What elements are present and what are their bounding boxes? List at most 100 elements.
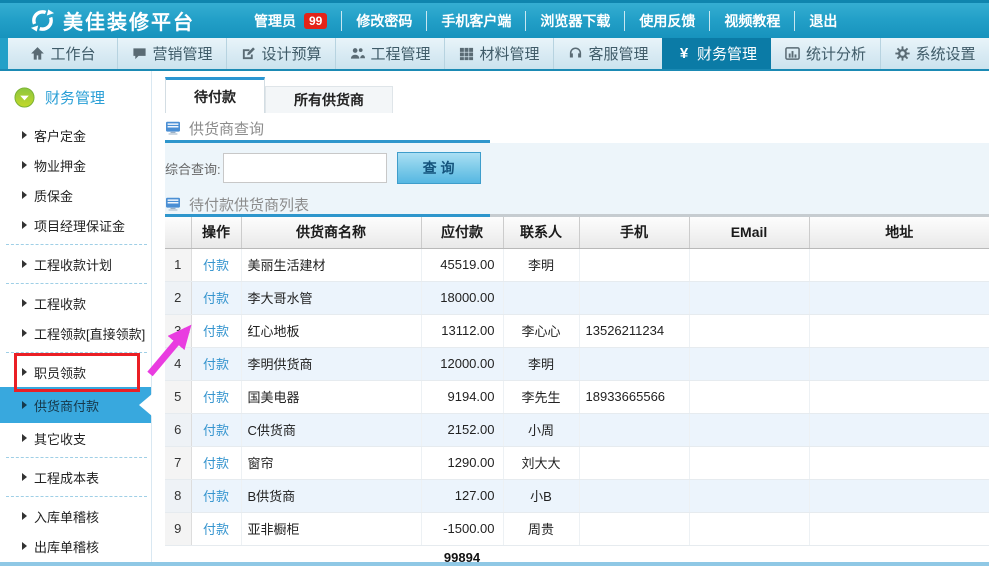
action-cell: 付款 bbox=[191, 248, 241, 281]
phone-number bbox=[579, 281, 689, 314]
supplier-name: 红心地板 bbox=[241, 314, 421, 347]
contact-name: 刘大大 bbox=[503, 446, 579, 479]
phone-number bbox=[579, 479, 689, 512]
topbar-menu-item[interactable]: 退出 bbox=[794, 11, 851, 31]
action-cell: 付款 bbox=[191, 413, 241, 446]
sidebar-item-label: 项目经理保证金 bbox=[34, 216, 125, 235]
phone-number bbox=[579, 347, 689, 380]
action-cell: 付款 bbox=[191, 281, 241, 314]
sidebar-item[interactable]: 质保金 bbox=[0, 180, 151, 210]
topbar-menu-item[interactable]: 使用反馈 bbox=[624, 11, 709, 31]
topbar-menu-item[interactable]: 视频教程 bbox=[709, 11, 794, 31]
sidebar-item-label: 出库单稽核 bbox=[34, 537, 99, 556]
column-header: 应付款 bbox=[421, 217, 503, 248]
pay-link[interactable]: 付款 bbox=[203, 291, 229, 306]
pay-link[interactable]: 付款 bbox=[203, 357, 229, 372]
supplier-name: 美丽生活建材 bbox=[241, 248, 421, 281]
sidebar-item-label: 工程领款[直接领款] bbox=[34, 324, 145, 343]
sidebar-item[interactable]: 工程收款 bbox=[0, 288, 151, 318]
table-header: 操作供货商名称应付款联系人手机EMail地址 bbox=[165, 217, 989, 248]
action-cell: 付款 bbox=[191, 347, 241, 380]
nav-item-6[interactable]: 客服管理 bbox=[553, 38, 662, 69]
sidebar-item-label: 物业押金 bbox=[34, 156, 86, 175]
nav-item-8[interactable]: 统计分析 bbox=[771, 38, 880, 69]
sidebar-item[interactable]: 入库单稽核 bbox=[0, 501, 151, 531]
payable-amount: 45519.00 bbox=[421, 248, 503, 281]
topbar-menu-label: 退出 bbox=[809, 11, 837, 31]
email-value bbox=[689, 248, 809, 281]
selected-notch-icon bbox=[139, 394, 152, 416]
nav-item-1[interactable]: 工作台 bbox=[8, 38, 117, 69]
contact-name: 李明 bbox=[503, 248, 579, 281]
table-row: 2付款李大哥水管18000.00 bbox=[165, 281, 989, 314]
nav-item-7[interactable]: ¥财务管理 bbox=[662, 38, 771, 69]
sidebar-item[interactable]: 工程收款计划 bbox=[0, 249, 151, 279]
pay-link[interactable]: 付款 bbox=[203, 489, 229, 504]
brand-logo-icon bbox=[30, 8, 55, 33]
supplier-name: C供货商 bbox=[241, 413, 421, 446]
sidebar-item[interactable]: 其它收支 bbox=[0, 423, 151, 453]
pay-link[interactable]: 付款 bbox=[203, 522, 229, 537]
action-cell: 付款 bbox=[191, 512, 241, 545]
nav-item-label: 工作台 bbox=[50, 43, 95, 64]
sidebar-item[interactable]: 职员领款 bbox=[0, 357, 151, 387]
yen-icon: ¥ bbox=[676, 46, 692, 62]
sidebar-item[interactable]: 出库单稽核 bbox=[0, 531, 151, 561]
nav-item-label: 材料管理 bbox=[480, 43, 540, 64]
nav-item-4[interactable]: 工程管理 bbox=[335, 38, 444, 69]
query-input[interactable] bbox=[223, 153, 387, 183]
tab-1[interactable]: 待付款 bbox=[165, 77, 265, 113]
sidebar-item-label: 工程收款计划 bbox=[34, 255, 112, 274]
sidebar-item[interactable]: 物业押金 bbox=[0, 150, 151, 180]
topbar-menu-label: 修改密码 bbox=[356, 11, 412, 31]
table-row: 8付款B供货商127.00小B bbox=[165, 479, 989, 512]
payable-amount: 2152.00 bbox=[421, 413, 503, 446]
query-section-header: 供货商查询 bbox=[165, 118, 989, 138]
query-button[interactable]: 查 询 bbox=[397, 152, 481, 184]
phone-number: 13526211234 bbox=[579, 314, 689, 347]
payable-amount: 9194.00 bbox=[421, 380, 503, 413]
address-value bbox=[809, 413, 989, 446]
address-value bbox=[809, 314, 989, 347]
query-label: 综合查询: bbox=[165, 159, 221, 178]
topbar-menu-item[interactable]: 手机客户端 bbox=[426, 11, 525, 31]
sidebar-header[interactable]: 财务管理 bbox=[0, 71, 151, 120]
topbar-menu-label: 视频教程 bbox=[724, 11, 780, 31]
sidebar-item[interactable]: 工程领款[直接领款] bbox=[0, 318, 151, 348]
list-section-title: 待付款供货商列表 bbox=[189, 194, 309, 215]
row-number: 3 bbox=[165, 314, 191, 347]
pay-link[interactable]: 付款 bbox=[203, 456, 229, 471]
tab-2[interactable]: 所有供货商 bbox=[265, 86, 393, 113]
sidebar-title: 财务管理 bbox=[45, 87, 105, 108]
sidebar-item[interactable]: 供货商付款 bbox=[0, 387, 151, 423]
sidebar-item[interactable]: 客户定金 bbox=[0, 120, 151, 150]
nav-item-3[interactable]: 设计预算 bbox=[226, 38, 335, 69]
topbar-menu-item[interactable]: 管理员99 bbox=[240, 11, 341, 31]
sidebar-item-label: 客户定金 bbox=[34, 126, 86, 145]
sidebar-item[interactable]: 工程成本表 bbox=[0, 462, 151, 492]
supplier-name: B供货商 bbox=[241, 479, 421, 512]
pay-link[interactable]: 付款 bbox=[203, 324, 229, 339]
topbar-menu: 管理员99 修改密码手机客户端浏览器下载使用反馈视频教程 退出 bbox=[240, 11, 851, 31]
pay-link[interactable]: 付款 bbox=[203, 258, 229, 273]
pay-link[interactable]: 付款 bbox=[203, 423, 229, 438]
email-value bbox=[689, 314, 809, 347]
payable-amount: 13112.00 bbox=[421, 314, 503, 347]
action-cell: 付款 bbox=[191, 446, 241, 479]
table-row: 5付款国美电器9194.00李先生18933665566 bbox=[165, 380, 989, 413]
row-number: 4 bbox=[165, 347, 191, 380]
row-number: 6 bbox=[165, 413, 191, 446]
sidebar-item[interactable]: 项目经理保证金 bbox=[0, 210, 151, 240]
suppliers-table: 操作供货商名称应付款联系人手机EMail地址 1付款美丽生活建材45519.00… bbox=[165, 217, 989, 566]
topbar-menu-item[interactable]: 修改密码 bbox=[341, 11, 426, 31]
table-row: 9付款亚非橱柜-1500.00周贵 bbox=[165, 512, 989, 545]
contact-name: 李先生 bbox=[503, 380, 579, 413]
nav-item-9[interactable]: 系统设置 bbox=[880, 38, 989, 69]
sidebar-item-label: 其它收支 bbox=[34, 429, 86, 448]
pay-link[interactable]: 付款 bbox=[203, 390, 229, 405]
nav-item-2[interactable]: 营销管理 bbox=[117, 38, 226, 69]
email-value bbox=[689, 281, 809, 314]
topbar-menu-item[interactable]: 浏览器下载 bbox=[525, 11, 624, 31]
nav-item-5[interactable]: 材料管理 bbox=[444, 38, 553, 69]
table-row: 3付款红心地板13112.00李心心13526211234 bbox=[165, 314, 989, 347]
